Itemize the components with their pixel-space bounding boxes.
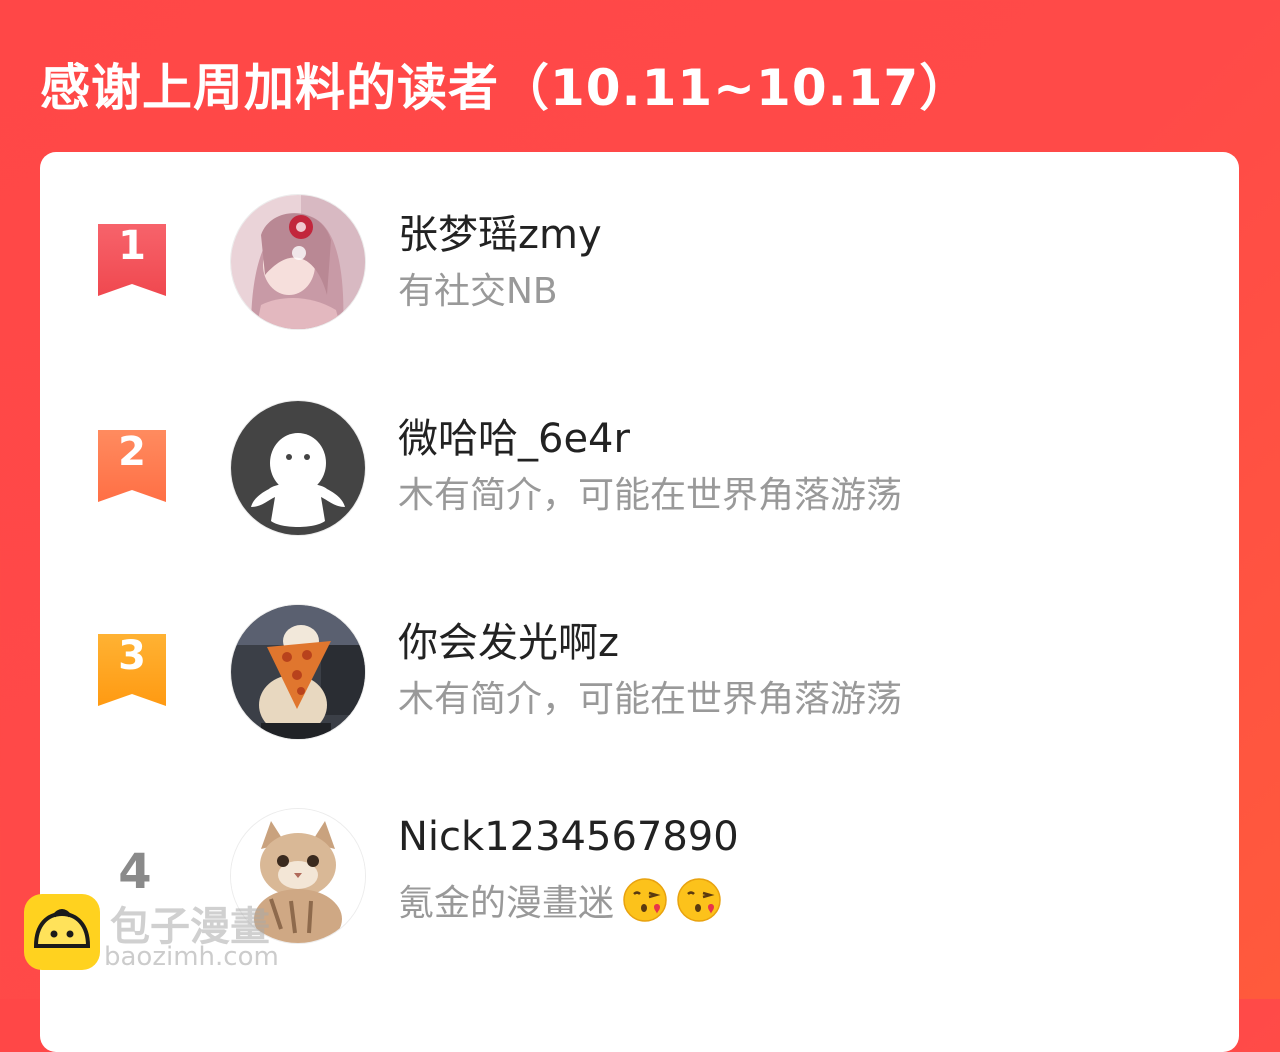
rank-number: 3 [118,633,146,679]
reader-bio: 有社交NB [398,271,558,312]
reader-name: 微哈哈_6e4r [398,416,630,462]
kissing-face-emoji-icon [622,877,668,932]
reader-bio: 木有简介，可能在世界角落游荡 [398,679,903,720]
anime-girl-avatar-icon [231,195,365,329]
kissing-face-emoji-icon [676,877,722,932]
reader-row-3[interactable]: 3 你会发光啊z 木有简介，可能在世界角落游荡 [40,602,1239,772]
reader-bio: 氪金的漫畫迷 [398,883,615,924]
rank-badge-2: 2 [98,430,166,502]
watermark-url: baozimh.com [104,942,279,972]
avatar[interactable] [230,400,366,536]
reader-name: 张梦瑶zmy [398,212,602,258]
page-title: 感谢上周加料的读者（10.11~10.17） [40,59,971,117]
reader-row-2[interactable]: 2 微哈哈_6e4r 木有简介，可能在世界角落游荡 [40,398,1239,568]
reader-name: 你会发光啊z [398,620,619,666]
rank-number: 1 [118,223,146,269]
rank-badge-3: 3 [98,634,166,706]
avatar[interactable] [230,194,366,330]
dog-with-pizza-avatar-icon [231,605,365,739]
reader-row-1[interactable]: 1 张梦瑶zmy 有社交NB [40,192,1239,362]
bun-mascot-icon [24,894,100,970]
avatar[interactable] [230,604,366,740]
rank-badge-1: 1 [98,224,166,296]
reader-bio-line: 氪金的漫畫迷 [398,874,722,932]
default-ghost-avatar-icon [231,401,365,535]
reader-bio: 木有简介，可能在世界角落游荡 [398,475,903,516]
watermark: 包子漫畫 baozimh.com [24,892,354,976]
rank-number: 2 [118,429,146,475]
reader-name: Nick1234567890 [398,814,739,860]
